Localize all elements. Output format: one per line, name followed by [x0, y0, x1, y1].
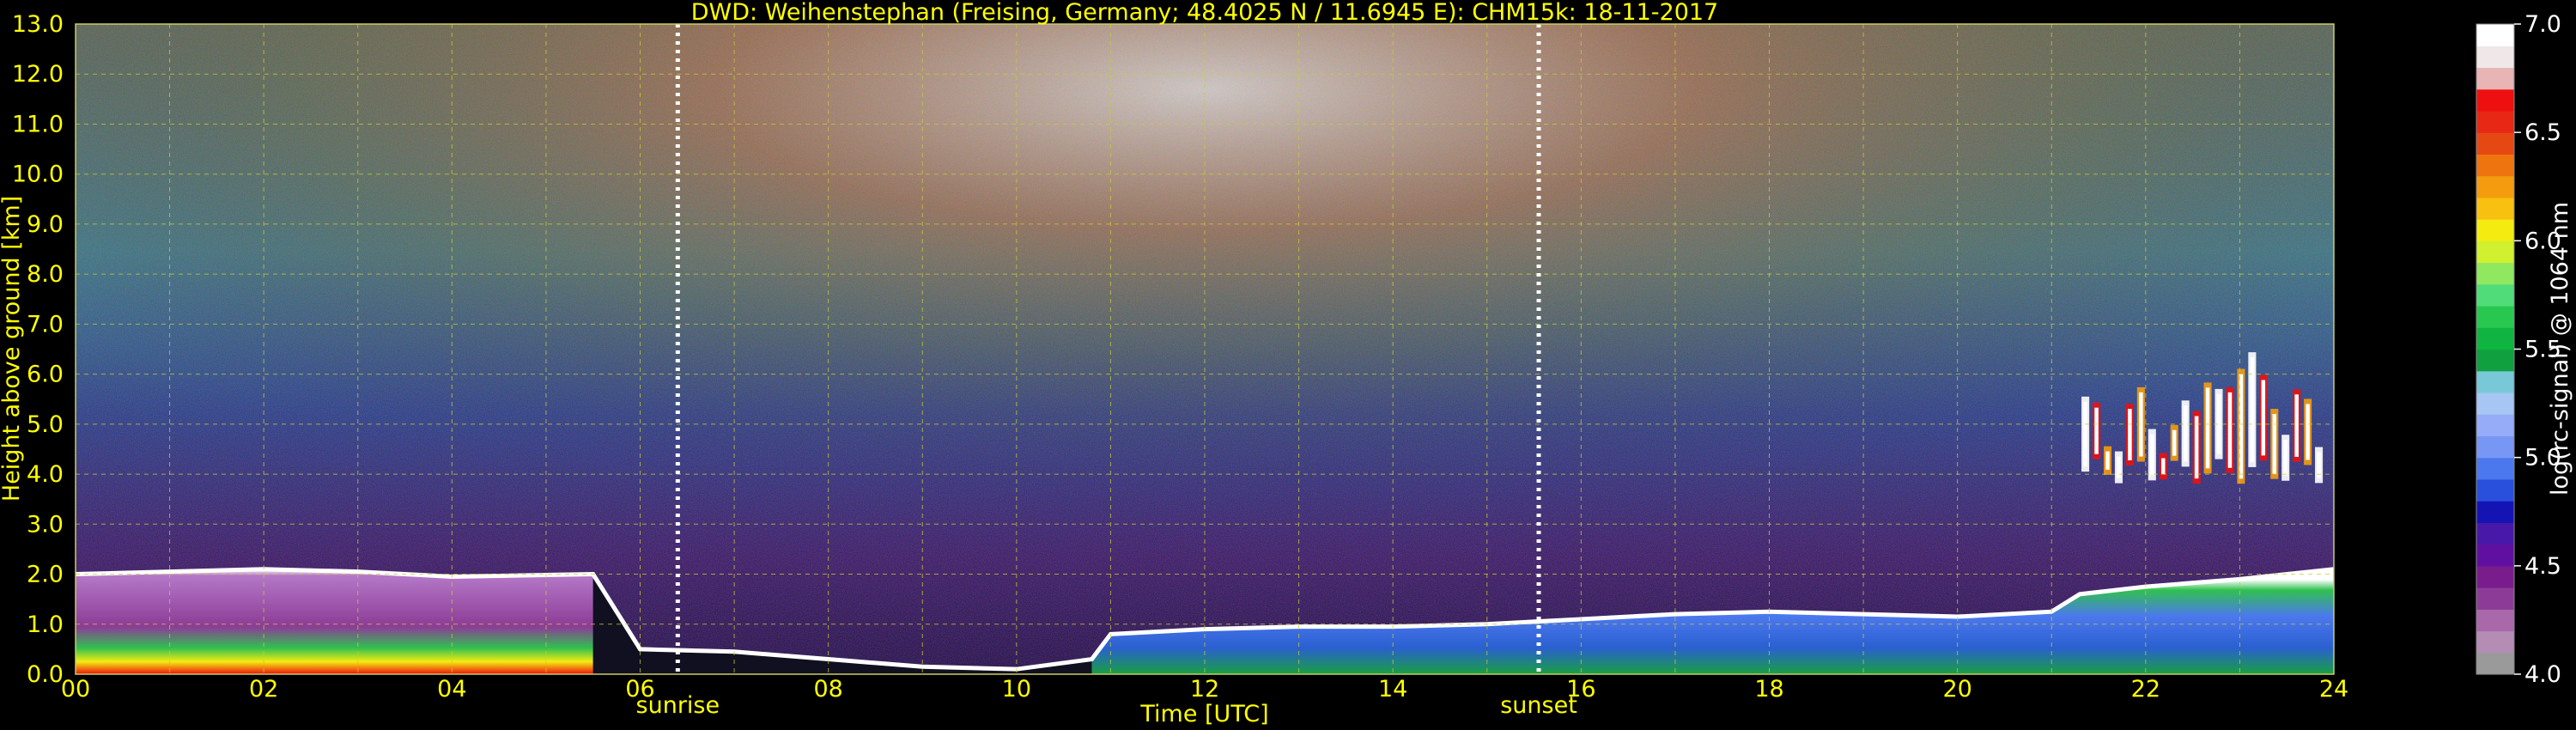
- cloud-core: [2227, 392, 2233, 468]
- colorbar-tick-label: 4.0: [2524, 661, 2561, 688]
- colorbar-swatch: [2476, 609, 2514, 632]
- y-tick-label: 0.0: [27, 661, 64, 688]
- y-tick-label: 1.0: [27, 611, 64, 638]
- cloud-core: [2160, 458, 2166, 475]
- colorbar-swatch: [2476, 630, 2514, 654]
- x-tick-label: 08: [813, 676, 842, 703]
- colorbar-swatch: [2476, 175, 2514, 198]
- colorbar-swatch: [2476, 240, 2514, 264]
- y-tick-label: 6.0: [27, 362, 64, 388]
- cloud-core: [2094, 407, 2099, 454]
- x-tick-label: 04: [437, 676, 466, 703]
- cloud-core: [2294, 394, 2299, 457]
- colorbar-tick-label: 4.5: [2524, 553, 2561, 580]
- colorbar-swatch: [2476, 587, 2514, 610]
- colorbar-swatch: [2476, 110, 2514, 133]
- colorbar-swatch: [2476, 283, 2514, 307]
- cloud-core: [2306, 404, 2310, 460]
- x-tick-label: 20: [1942, 676, 1971, 703]
- cloud-core: [2117, 456, 2121, 478]
- colorbar-swatch: [2476, 522, 2514, 545]
- night-boundary-layer: [76, 569, 593, 674]
- chart-title: DWD: Weihenstephan (Freising, Germany; 4…: [691, 0, 1719, 26]
- x-tick-label: 06: [625, 676, 654, 703]
- colorbar-tick-label: 7.0: [2524, 11, 2561, 38]
- y-tick-label: 3.0: [27, 511, 64, 538]
- colorbar-swatch: [2476, 435, 2514, 459]
- x-tick-label: 16: [1566, 676, 1595, 703]
- cloud-core: [2183, 405, 2188, 462]
- x-tick-label: 22: [2131, 676, 2160, 703]
- colorbar-swatch: [2476, 262, 2514, 285]
- cloud-core: [2205, 387, 2210, 469]
- colorbar-swatch: [2476, 565, 2514, 588]
- colorbar-swatch: [2476, 154, 2514, 177]
- x-tick-label: 24: [2319, 676, 2348, 703]
- cloud-core: [2083, 401, 2087, 467]
- y-tick-label: 12.0: [12, 61, 64, 88]
- x-tick-label: 02: [249, 676, 278, 703]
- x-tick-label: 12: [1190, 676, 1219, 703]
- x-tick-label: 00: [61, 676, 90, 703]
- ceilometer-chart: sunrise sunset 00 02 04 06 08 10 12 14 16 18 20 22 24…: [0, 0, 2573, 727]
- y-tick-label: 4.0: [27, 461, 64, 488]
- colorbar-swatch: [2476, 544, 2514, 567]
- colorbar-swatch: [2476, 306, 2514, 328]
- x-tick-label: 14: [1378, 676, 1407, 703]
- y-tick-label: 5.0: [27, 411, 64, 438]
- colorbar-swatch: [2476, 132, 2514, 155]
- x-tick-label: 10: [1002, 676, 1031, 703]
- y-tick-label: 7.0: [27, 311, 64, 338]
- y-tick-label: 11.0: [12, 111, 64, 137]
- colorbar-swatch: [2476, 478, 2514, 502]
- colorbar-swatch: [2476, 392, 2514, 415]
- cloud-core: [2283, 440, 2287, 476]
- cloud-core: [2194, 416, 2199, 479]
- colorbar-swatch: [2476, 349, 2514, 372]
- colorbar-swatch: [2476, 652, 2514, 675]
- colorbar-swatch: [2476, 46, 2514, 69]
- colorbar-swatch: [2476, 327, 2514, 350]
- cloud-core: [2261, 380, 2266, 456]
- colorbar-swatch: [2476, 88, 2514, 112]
- colorbar-tick-label: 6.5: [2524, 119, 2561, 146]
- colorbar-label: log(rc-signal) @ 1064 nm: [2547, 202, 2573, 496]
- x-axis-label: Time [UTC]: [1139, 701, 1268, 727]
- y-tick-label: 8.0: [27, 261, 64, 288]
- cloud-core: [2172, 429, 2177, 456]
- y-axis-label: Height above ground [km]: [0, 196, 25, 502]
- colorbar-swatch: [2476, 197, 2514, 220]
- y-tick-label: 13.0: [12, 11, 64, 38]
- cloud-core: [2250, 357, 2255, 462]
- y-tick-label: 2.0: [27, 562, 64, 588]
- cloud-core: [2272, 413, 2277, 474]
- x-tick-label: 18: [1754, 676, 1783, 703]
- y-tick-label: 10.0: [12, 161, 64, 188]
- cloud-core: [2105, 451, 2110, 470]
- cloud-core: [2128, 409, 2132, 460]
- colorbar-swatch: [2476, 24, 2514, 46]
- colorbar-swatch: [2476, 67, 2514, 90]
- cloud-core: [2150, 434, 2154, 476]
- y-tick-label: 9.0: [27, 211, 64, 238]
- colorbar-swatch: [2476, 370, 2514, 393]
- colorbar-swatch: [2476, 457, 2514, 480]
- colorbar-swatch: [2476, 501, 2514, 523]
- colorbar-swatch: [2476, 219, 2514, 241]
- colorbar-swatch: [2476, 414, 2514, 437]
- colorbar: [2476, 24, 2514, 675]
